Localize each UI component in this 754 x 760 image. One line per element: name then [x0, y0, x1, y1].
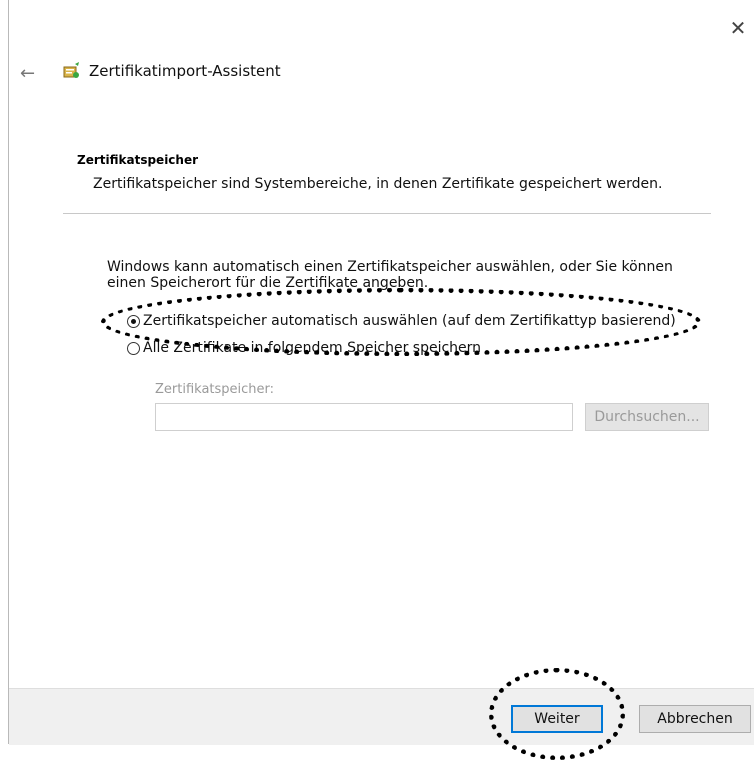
divider — [63, 213, 711, 214]
certificate-wizard-icon — [63, 62, 79, 78]
next-button[interactable]: Weiter — [511, 705, 603, 733]
back-arrow-icon[interactable]: ← — [20, 63, 35, 84]
radio-store-select[interactable]: Alle Zertifikate in folgendem Speicher s… — [127, 340, 481, 356]
cancel-button[interactable]: Abbrechen — [639, 705, 751, 733]
close-icon[interactable]: ✕ — [728, 18, 748, 38]
radio-auto-select[interactable]: Zertifikatspeicher automatisch auswählen… — [127, 313, 676, 329]
radio-button-checked[interactable] — [127, 314, 140, 328]
section-description: Zertifikatspeicher sind Systembereiche, … — [93, 176, 663, 192]
radio-auto-select-label: Zertifikatspeicher automatisch auswählen… — [143, 313, 676, 329]
wizard-title: Zertifikatimport-Assistent — [89, 62, 281, 80]
radio-button-unchecked[interactable] — [127, 341, 140, 355]
intro-text: Windows kann automatisch einen Zertifika… — [107, 259, 673, 291]
store-field-label: Zertifikatspeicher: — [155, 382, 275, 397]
radio-store-select-label: Alle Zertifikate in folgendem Speicher s… — [143, 340, 482, 356]
browse-button[interactable]: Durchsuchen... — [585, 403, 709, 431]
section-title: Zertifikatspeicher — [77, 153, 199, 167]
wizard-window: ✕ ← Zertifikatimport-Assistent Zertifika… — [8, 0, 754, 760]
footer-bar: Weiter Abbrechen — [9, 688, 754, 745]
title-row: Zertifikatimport-Assistent — [61, 60, 281, 82]
store-input[interactable] — [155, 403, 573, 431]
